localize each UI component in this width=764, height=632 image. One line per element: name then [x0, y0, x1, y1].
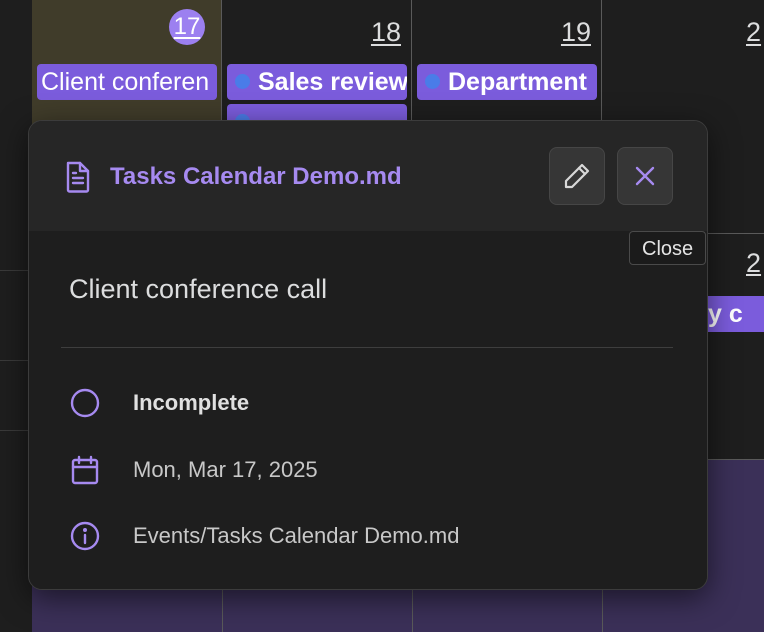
popover-header: Tasks Calendar Demo.md	[29, 121, 707, 231]
info-icon	[70, 521, 100, 551]
week-cell-highlight[interactable]	[32, 586, 602, 632]
file-text-icon	[66, 161, 90, 193]
path-row: Events/Tasks Calendar Demo.md	[69, 516, 669, 556]
task-date: Mon, Mar 17, 2025	[133, 457, 318, 482]
cell-divider	[222, 586, 223, 632]
event-label: Client conferen	[41, 68, 210, 96]
date-row: Mon, Mar 17, 2025	[69, 450, 669, 490]
pencil-icon	[564, 163, 590, 189]
day-number[interactable]: 19	[561, 16, 591, 48]
event-label: Department	[448, 68, 587, 96]
file-title-link[interactable]: Tasks Calendar Demo.md	[110, 161, 402, 193]
event-dot-icon	[425, 73, 440, 89]
cell-divider	[602, 586, 603, 632]
close-tooltip: Close	[629, 231, 707, 265]
status-label: Incomplete	[133, 390, 250, 415]
circle-status-icon[interactable]	[69, 387, 101, 419]
file-path: Events/Tasks Calendar Demo.md	[133, 523, 460, 548]
popover-body: Client conference call Incomplete Mon, M…	[29, 231, 707, 589]
event-label: Sales review	[258, 68, 407, 96]
divider	[61, 347, 673, 348]
day-number[interactable]: 18	[371, 16, 401, 48]
status-row[interactable]: Incomplete	[69, 383, 669, 423]
task-detail-popover: Tasks Calendar Demo.md Client conference…	[28, 120, 708, 590]
day-number[interactable]: 2	[746, 248, 761, 279]
event-department[interactable]: Department	[417, 64, 597, 100]
event-sales-review[interactable]: Sales review	[227, 64, 407, 100]
event-client-conference[interactable]: Client conferen	[37, 64, 217, 100]
task-title: Client conference call	[69, 274, 328, 304]
cell-divider	[412, 586, 413, 632]
day-number[interactable]: 2	[746, 16, 761, 48]
today-date-badge[interactable]: 17	[169, 9, 205, 45]
close-icon	[635, 166, 655, 186]
event-dot-icon	[235, 73, 250, 89]
edit-button[interactable]	[549, 147, 605, 205]
close-button[interactable]	[617, 147, 673, 205]
calendar-icon	[71, 455, 99, 485]
